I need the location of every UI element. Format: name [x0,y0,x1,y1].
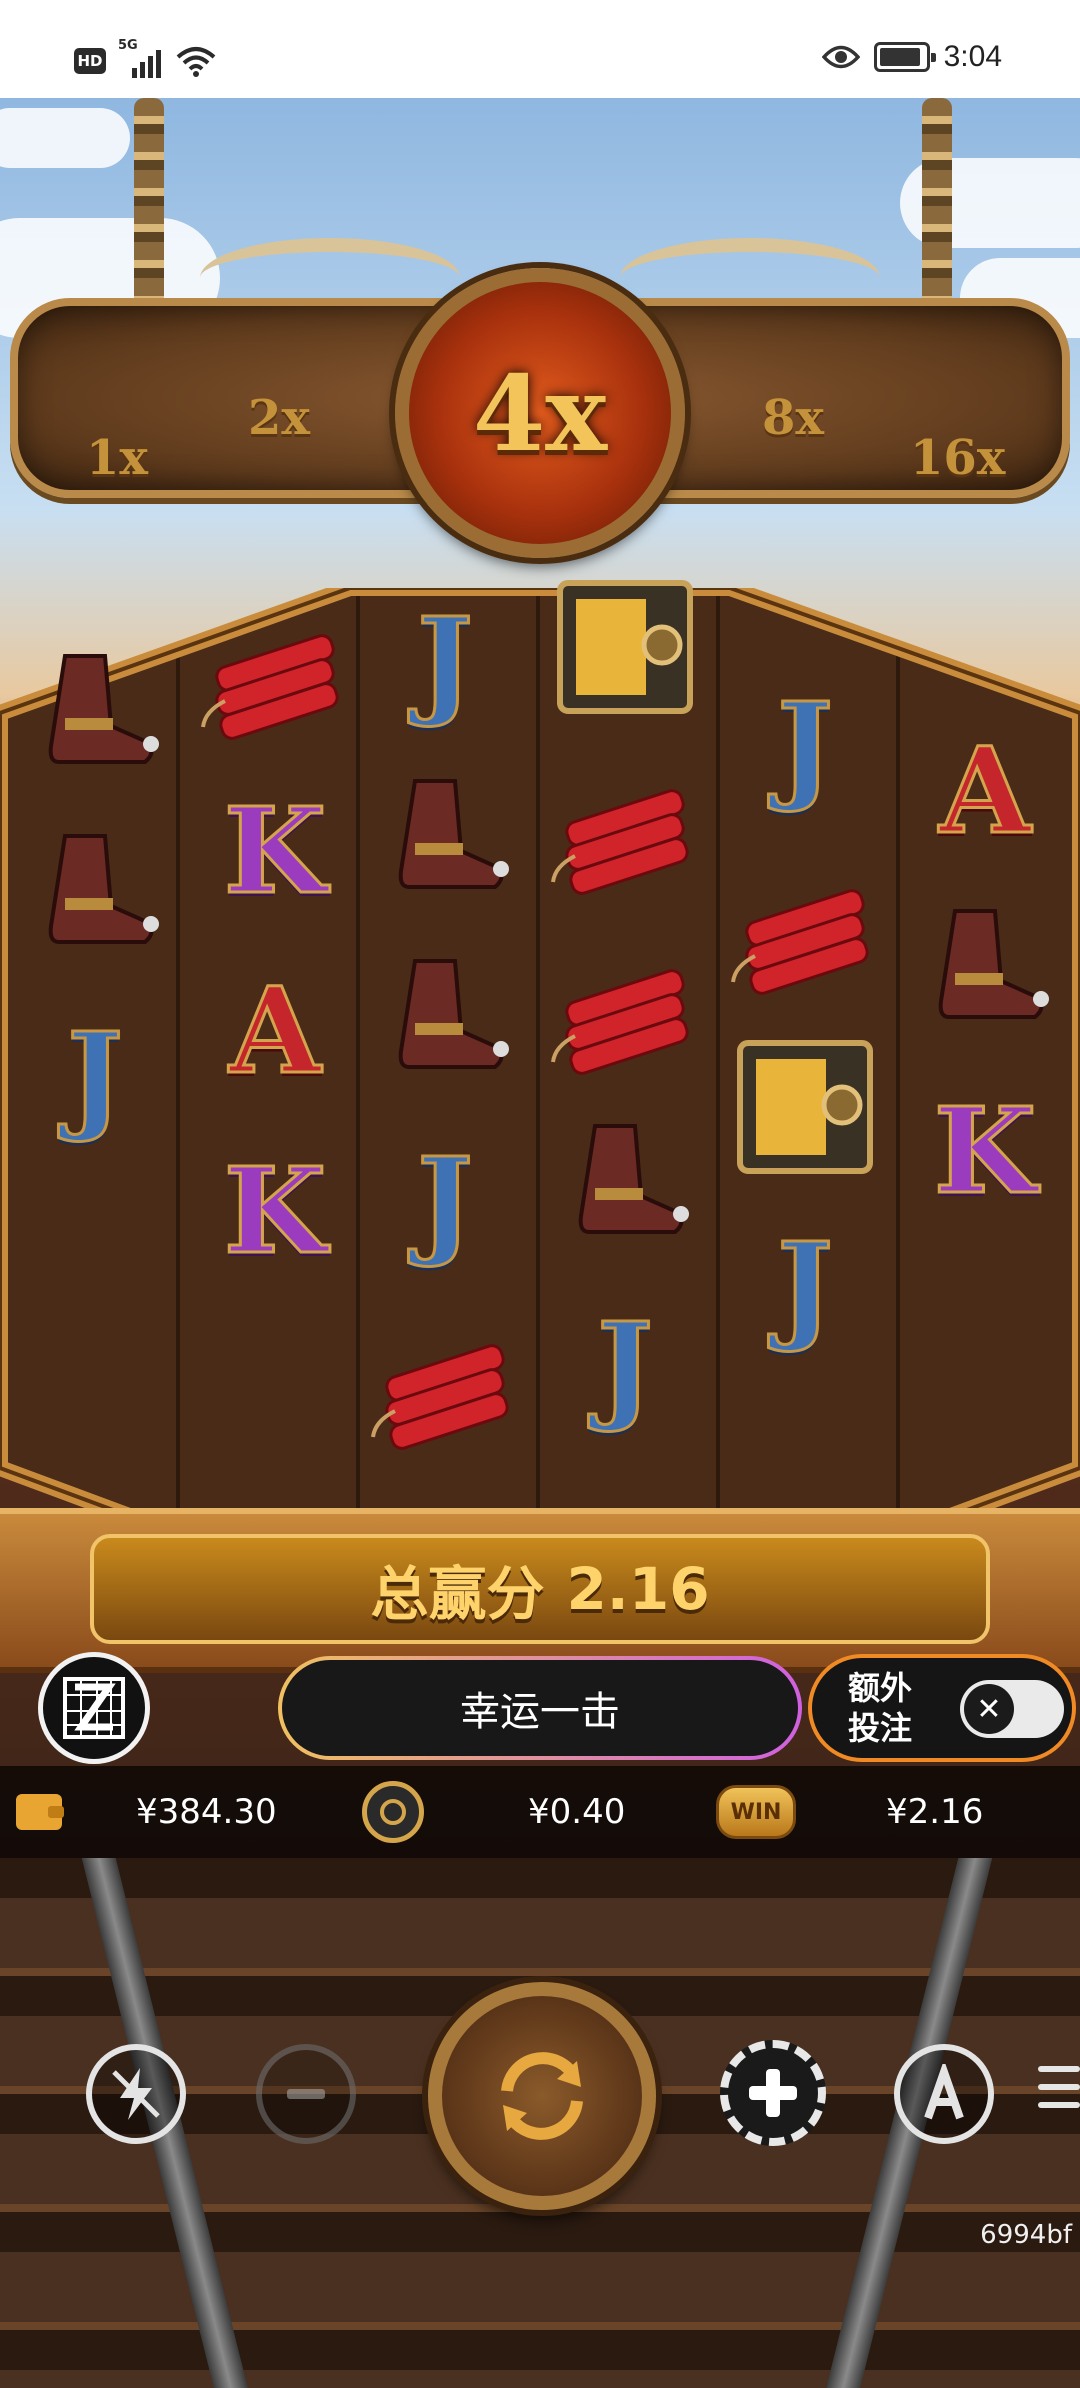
symbol-j: J [720,1203,890,1368]
symbol-letter: K [222,780,328,922]
cellular-signal-icon: 5G [118,38,164,78]
safe-icon [720,1023,890,1188]
extra-bet-control[interactable]: 额外 投注 ✕ [808,1654,1076,1762]
extra-bet-toggle[interactable]: ✕ [960,1680,1064,1738]
symbol-j: J [360,578,530,743]
bet-value: ¥0.40 [528,1792,626,1832]
symbol-j: J [540,1283,710,1448]
multiplier-2x: 2x [248,390,311,446]
symbol-letter: K [932,1080,1038,1222]
build-id: 6994bf [980,2220,1072,2250]
symbol-k: K [190,1128,360,1293]
slot-game[interactable]: 1x 2x 8x 16x 4x JKAKJJJJJAK 总赢分 2.16 幸运一… [0,98,1080,2388]
symbol-letter: J [776,1215,835,1357]
symbol-k: K [900,1068,1070,1233]
symbol-a: A [190,948,360,1113]
multiplier-8x: 8x [762,390,825,446]
clock: 3:04 [943,40,1002,73]
symbol-j: J [10,993,180,1158]
symbol-letter: J [776,675,835,817]
bet-value-group: ¥0.40 [528,1766,625,1858]
spin-arrows-icon [501,2052,583,2140]
total-win-value: 2.16 [566,1555,710,1623]
balance-value-group: ¥384.30 [136,1766,277,1858]
extra-bet-label: 额外 投注 [848,1668,912,1748]
status-left: HD 5G [74,38,216,78]
balance-group [16,1766,64,1858]
safe-icon [540,563,710,728]
extra-bet-label-line1: 额外 [848,1669,913,1707]
symbol-letter: K [222,1140,328,1282]
dynamite-icon [540,743,710,908]
hd-badge: HD [74,48,106,74]
win-value: ¥2.16 [886,1792,984,1832]
dynamite-icon [540,923,710,1088]
boot-icon [900,888,1070,1053]
win-badge-icon: WIN [716,1785,796,1839]
current-multiplier: 4x [395,268,685,558]
total-win-label: 总赢分 [370,1560,545,1628]
dynamite-icon [190,588,360,753]
decrease-bet-button[interactable] [256,2044,356,2144]
mini-grid-button[interactable] [38,1652,150,1764]
symbol-k: K [190,768,360,933]
status-bar: HD 5G 3:04 [0,0,1080,98]
close-icon: ✕ [964,1684,1014,1734]
lucky-strike-button[interactable]: 幸运一击 [278,1656,802,1760]
wallet-icon [16,1794,64,1830]
cloud-decoration [0,108,130,168]
boot-icon [10,813,180,978]
boot-icon [360,938,530,1103]
autoplay-a-icon [924,2064,964,2120]
lucky-strike-label: 幸运一击 [460,1689,620,1735]
current-multiplier-label: 4x [472,351,608,475]
symbol-a: A [900,708,1070,873]
plus-chip [720,2040,826,2146]
symbol-letter: A [228,960,323,1102]
network-type-label: 5G [118,38,138,53]
symbol-j: J [360,1118,530,1283]
lightning-off-icon [112,2068,160,2120]
extra-bet-label-line2: 投注 [848,1709,913,1747]
menu-icon[interactable] [1038,2066,1080,2110]
battery-icon [873,42,936,72]
spin-button[interactable] [428,1982,656,2210]
balance-value: ¥384.30 [136,1792,277,1832]
bet-chip-icon [362,1781,424,1843]
symbol-letter: J [66,1005,125,1147]
plus-icon [749,2069,797,2117]
multiplier-16x: 16x [910,430,1006,486]
increase-bet-button[interactable] [718,2038,828,2148]
turbo-button[interactable] [86,2044,186,2144]
multiplier-1x: 1x [86,430,149,486]
boot-icon [360,758,530,923]
symbol-letter: A [938,720,1033,862]
dynamite-icon [360,1298,530,1463]
minus-icon [287,2089,325,2099]
total-win-panel: 总赢分 2.16 [90,1534,990,1644]
win-icon-group: WIN [716,1766,796,1858]
boot-icon [540,1103,710,1268]
symbol-letter: J [416,590,475,732]
win-value-group: ¥2.16 [886,1766,983,1858]
symbol-letter: J [416,1130,475,1272]
symbol-j: J [720,663,890,828]
symbol-letter: J [596,1295,655,1437]
boot-icon [10,633,180,798]
eye-icon [821,45,860,69]
autoplay-button[interactable] [894,2044,994,2144]
bet-icon-group [362,1766,424,1858]
reel-grid[interactable]: JKAKJJJJJAK [0,579,1080,1598]
dynamite-icon [720,843,890,1008]
info-bar: ¥384.30 ¥0.40 WIN ¥2.16 [0,1766,1080,1858]
wifi-icon [176,47,216,77]
total-win-bar: 总赢分 2.16 [0,1508,1080,1673]
grid-logo-icon [63,1677,125,1739]
status-right: 3:04 [821,40,1002,74]
